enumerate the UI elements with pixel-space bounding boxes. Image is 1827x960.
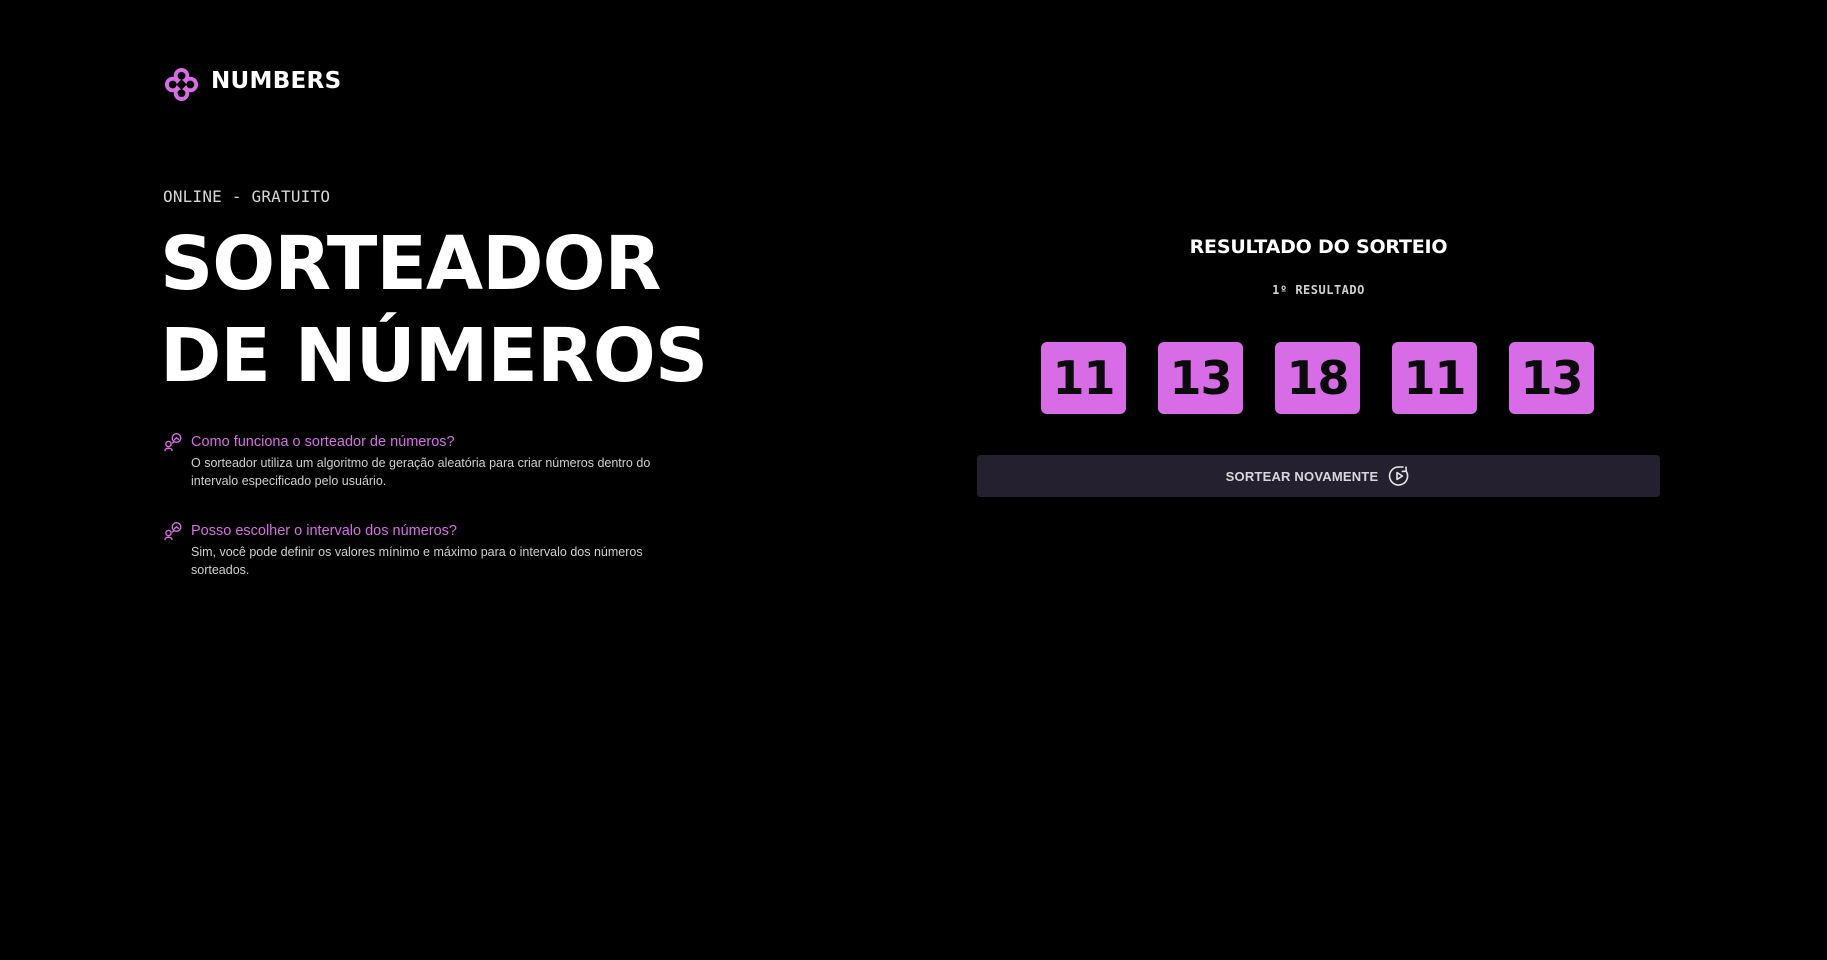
drawn-number: 11 <box>1392 342 1477 414</box>
page: NUMBERS ONLINE - GRATUITO SORTEADOR DE N… <box>0 0 1827 960</box>
faq-answer: O sorteador utiliza um algoritmo de gera… <box>191 456 651 488</box>
faq-item: Como funciona o sorteador de números? O … <box>163 432 683 490</box>
chat-bubbles-icon <box>164 521 182 541</box>
drawn-numbers: 11 13 18 11 13 <box>1041 342 1594 414</box>
redraw-button-label: SORTEAR NOVAMENTE <box>1225 468 1379 484</box>
logo-text: NUMBERS <box>211 68 342 94</box>
drawn-number: 18 <box>1275 342 1360 414</box>
page-title: SORTEADOR DE NÚMEROS <box>160 218 708 402</box>
eyebrow-label: ONLINE - GRATUITO <box>163 187 331 206</box>
drawn-number: 13 <box>1509 342 1594 414</box>
logo[interactable]: NUMBERS <box>163 66 341 103</box>
replay-icon <box>1389 466 1409 486</box>
redraw-button[interactable]: SORTEAR NOVAMENTE <box>977 455 1660 497</box>
drawn-number: 13 <box>1158 342 1243 414</box>
chat-bubbles-icon <box>164 432 182 452</box>
faq-question: Posso escolher o intervalo dos números? <box>191 523 457 539</box>
result-title: RESULTADO DO SORTEIO <box>1189 236 1448 258</box>
page-title-line-2: DE NÚMEROS <box>160 313 708 399</box>
faq-question: Como funciona o sorteador de números? <box>191 434 455 450</box>
faq-answer: Sim, você pode definir os valores mínimo… <box>191 545 643 577</box>
drawn-number: 11 <box>1041 342 1126 414</box>
faq-item: Posso escolher o intervalo dos números? … <box>163 521 683 579</box>
page-title-line-1: SORTEADOR <box>160 221 661 307</box>
clover-knot-icon <box>164 67 199 102</box>
result-subtitle: 1º RESULTADO <box>1272 283 1365 297</box>
